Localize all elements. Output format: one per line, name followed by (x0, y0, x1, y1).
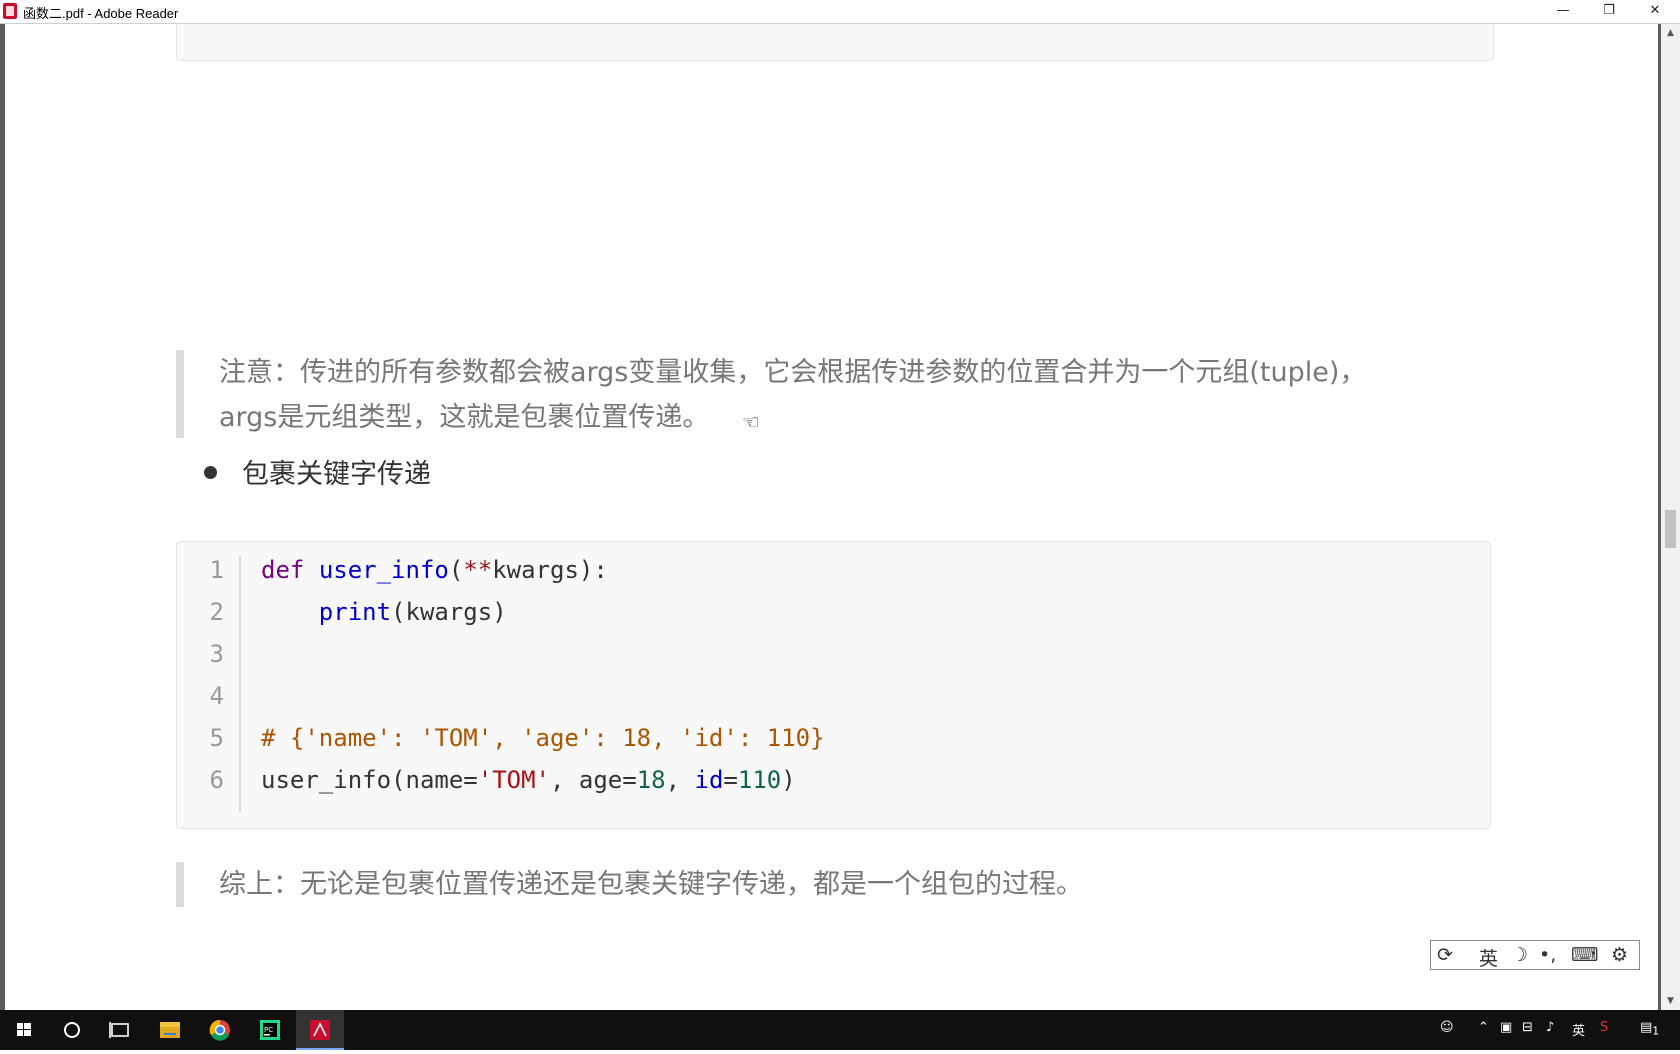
windows-taskbar: PC ☺ ⌃ ▣ ⊟ ♪ 英 S ▤1 (0, 1010, 1680, 1050)
code-text: ) (781, 766, 796, 794)
people-icon[interactable]: ☺ (1440, 1020, 1454, 1035)
minimize-button[interactable]: — (1540, 0, 1586, 23)
pycharm-button[interactable]: PC (246, 1010, 294, 1050)
code-line-5: # {'name': 'TOM', 'age': 18, 'id': 110} (261, 724, 825, 752)
document-viewer[interactable]: 注意：传进的所有参数都会被args变量收集，它会根据传进参数的位置合并为一个元组… (0, 24, 1661, 1010)
vertical-scrollbar[interactable]: ▲ ▼ (1661, 24, 1680, 1010)
bullet-dot-icon (204, 466, 217, 479)
code-line-2: print(kwargs) (261, 598, 507, 626)
bullet-text: 包裹关键字传递 (242, 459, 431, 490)
code-text: = (723, 766, 738, 794)
code-text: , (665, 766, 695, 794)
ime-moon-icon[interactable]: ☽ (1511, 944, 1528, 966)
code-block: 1 2 3 4 5 6 def user_info(**kwargs): pri… (176, 541, 1491, 829)
network-icon[interactable]: ⊟ (1522, 1020, 1533, 1035)
ime-settings-icon[interactable]: ⚙ (1611, 944, 1628, 966)
code-comment: # {'name': 'TOM', 'age': 18, 'id': 110} (261, 724, 825, 752)
restore-button[interactable]: ❐ (1586, 0, 1632, 23)
code-operator: ** (463, 556, 493, 584)
line-number: 2 (209, 598, 224, 626)
code-tail: ): (578, 556, 608, 584)
tray-expand-icon[interactable]: ⌃ (1478, 1020, 1489, 1035)
tray-app-icon[interactable]: ▣ (1500, 1020, 1512, 1035)
search-circle-icon (64, 1022, 80, 1038)
adobe-reader-taskbar-button[interactable] (296, 1010, 344, 1050)
scroll-down-arrow-icon[interactable]: ▼ (1661, 996, 1680, 1006)
window-title: 函数二.pdf - Adobe Reader (23, 6, 179, 21)
code-line-1: def user_info(**kwargs): (261, 556, 608, 584)
notification-count: 1 (1652, 1024, 1660, 1038)
sogou-ime-icon[interactable]: S (1600, 1020, 1608, 1035)
pdf-page-previous (5, 24, 1658, 251)
ime-logo-icon[interactable]: ⟳ (1437, 944, 1453, 966)
code-builtin: print (318, 598, 392, 626)
pdf-page-current: 注意：传进的所有参数都会被args变量收集，它会根据传进参数的位置合并为一个元组… (5, 239, 1658, 1010)
search-button[interactable] (48, 1010, 96, 1050)
hand-cursor-icon: ☜ (742, 410, 760, 434)
code-number: 18 (636, 766, 666, 794)
ime-keyboard-icon[interactable]: ⌨ (1571, 944, 1598, 966)
bullet-item: 包裹关键字传递 (204, 455, 431, 495)
notification-center-icon[interactable]: ▤1 (1640, 1020, 1659, 1038)
line-number: 3 (209, 640, 224, 668)
code-args: (kwargs) (391, 598, 507, 626)
line-number: 5 (209, 724, 224, 752)
folder-icon (160, 1022, 180, 1038)
code-keyword: def (261, 556, 305, 584)
ime-language-toggle[interactable]: 英 (1479, 944, 1498, 971)
code-number: 110 (737, 766, 782, 794)
blockquote-summary: 综上：无论是包裹位置传递还是包裹关键字传递，都是一个组包的过程。 (176, 862, 1469, 907)
line-number: 1 (209, 556, 224, 584)
adobe-reader-taskbar-icon (310, 1020, 330, 1040)
line-number: 6 (209, 766, 224, 794)
windows-logo-icon (17, 1023, 31, 1036)
svg-text:PC: PC (264, 1026, 273, 1034)
summary-text: 综上：无论是包裹位置传递还是包裹关键字传递，都是一个组包的过程。 (219, 869, 1083, 900)
close-button[interactable]: ✕ (1632, 0, 1678, 23)
volume-icon[interactable]: ♪ (1546, 1020, 1554, 1035)
code-text: , age= (550, 766, 637, 794)
code-paren: ( (448, 556, 464, 584)
chrome-icon (209, 1019, 230, 1041)
input-language-indicator[interactable]: 英 (1572, 1020, 1585, 1039)
code-param: kwargs (492, 556, 579, 584)
scroll-up-arrow-icon[interactable]: ▲ (1661, 28, 1680, 38)
code-line-6: user_info(name='TOM', age=18, id=110) (261, 766, 796, 794)
adobe-reader-icon (3, 3, 17, 19)
code-block-stub (176, 24, 1494, 61)
line-number-gutter: 1 2 3 4 5 6 (177, 556, 241, 812)
note-line-2: args是元组类型，这就是包裹位置传递。 (219, 402, 710, 433)
note-line-1: 注意：传进的所有参数都会被args变量收集，它会根据传进参数的位置合并为一个元组… (219, 357, 1367, 388)
start-button[interactable] (0, 1010, 48, 1050)
blockquote-note: 注意：传进的所有参数都会被args变量收集，它会根据传进参数的位置合并为一个元组… (176, 350, 1469, 438)
ime-punctuation-icon[interactable]: •, (1539, 944, 1556, 966)
task-view-button[interactable] (96, 1010, 144, 1050)
line-number: 4 (209, 682, 224, 710)
code-function: user_info (318, 556, 449, 584)
code-attr: id (694, 766, 724, 794)
window-titlebar: 函数二.pdf - Adobe Reader — ❐ ✕ (0, 0, 1680, 24)
pycharm-icon: PC (260, 1020, 280, 1040)
file-explorer-button[interactable] (146, 1010, 194, 1050)
ime-toolbar: ⟳ 英 ☽ •, ⌨ ⚙ (1430, 940, 1640, 970)
chrome-button[interactable] (196, 1010, 244, 1050)
scrollbar-thumb[interactable] (1665, 510, 1676, 548)
code-call: user_info(name= (261, 766, 478, 794)
task-view-icon (109, 1022, 129, 1038)
code-string: 'TOM' (477, 766, 550, 794)
